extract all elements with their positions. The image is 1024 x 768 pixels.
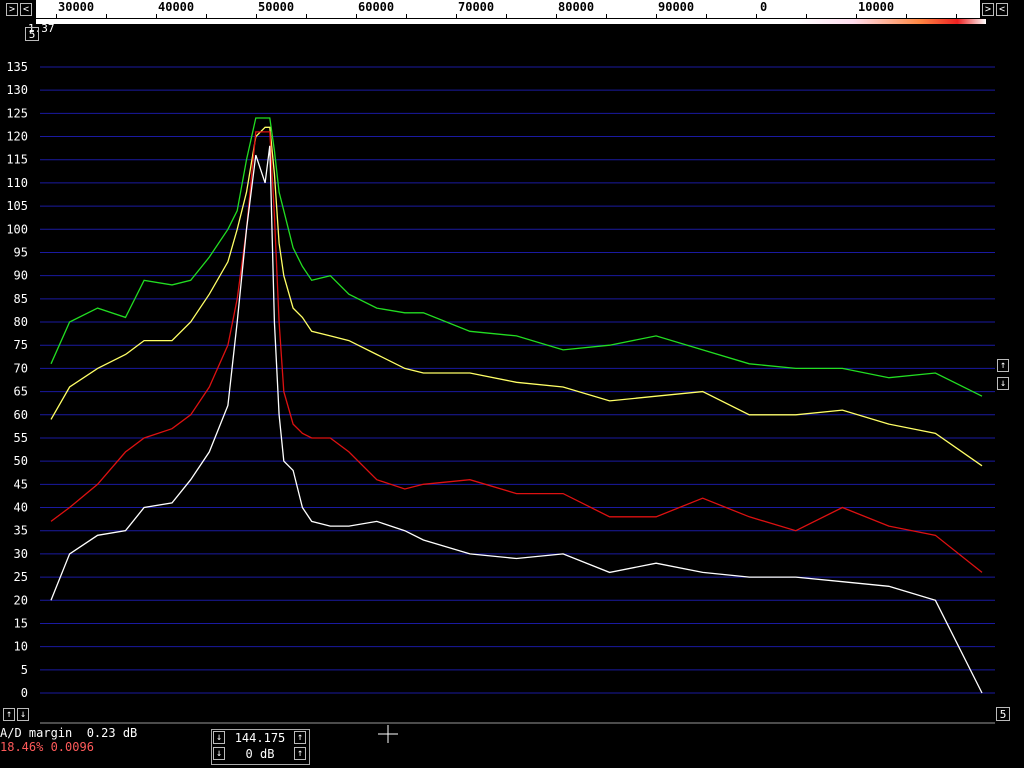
freq-label: 60000 bbox=[358, 0, 395, 14]
y-tick-label: 55 bbox=[14, 431, 28, 445]
gain-up-button[interactable]: ↑ bbox=[294, 747, 306, 760]
freq-label: 10000 bbox=[858, 0, 895, 14]
ad-margin-text: A/D margin 0.23 dB bbox=[0, 726, 138, 740]
freq-tick bbox=[556, 14, 557, 18]
level-panel: ↓ 144.175 ↑ ↓ 0 dB ↑ bbox=[211, 729, 310, 765]
freq-tick bbox=[256, 14, 257, 18]
y-tick-label: 20 bbox=[14, 593, 28, 607]
y-tick-label: 30 bbox=[14, 547, 28, 561]
y-tick-label: 5 bbox=[21, 663, 28, 677]
y-tick-label: 35 bbox=[14, 524, 28, 538]
y-tick-label: 70 bbox=[14, 361, 28, 375]
freq-tick bbox=[106, 14, 107, 18]
y-tick-label: 110 bbox=[6, 176, 28, 190]
bottom-left-up-button[interactable]: ↑ bbox=[3, 708, 15, 721]
freq-tick bbox=[506, 14, 507, 18]
frequency-value: 144.175 bbox=[234, 731, 286, 745]
waterfall-strip bbox=[36, 19, 986, 24]
plot-grid bbox=[40, 66, 995, 694]
frequency-scale[interactable]: 30000 40000 50000 60000 70000 80000 90000 0 1000… bbox=[36, 0, 980, 18]
freq-tick bbox=[356, 14, 357, 18]
freq-label: 0 bbox=[760, 0, 768, 14]
y-tick-label: 95 bbox=[14, 245, 28, 259]
spectrum-traces bbox=[50, 117, 983, 694]
freq-tick bbox=[656, 14, 657, 18]
freq-tick bbox=[306, 14, 307, 18]
freq-tick bbox=[806, 14, 807, 18]
freq-label: 50000 bbox=[258, 0, 295, 14]
scroll-right-button-2[interactable]: > bbox=[982, 3, 994, 16]
trace-red bbox=[50, 131, 983, 573]
freq-tick bbox=[956, 14, 957, 18]
y-tick-label: 10 bbox=[14, 640, 28, 654]
freq-tick bbox=[156, 14, 157, 18]
y-tick-label: 40 bbox=[14, 501, 28, 515]
right-up-button[interactable]: ↑ bbox=[997, 359, 1009, 372]
freq-label: 40000 bbox=[158, 0, 195, 14]
freq-label: 70000 bbox=[458, 0, 495, 14]
y-tick-label: 25 bbox=[14, 570, 28, 584]
y-tick-label: 115 bbox=[6, 153, 28, 167]
scroll-left-button-1[interactable]: < bbox=[20, 3, 32, 16]
freq-label: 30000 bbox=[58, 0, 95, 14]
freq-up-button[interactable]: ↑ bbox=[294, 731, 306, 744]
y-tick-label: 130 bbox=[6, 83, 28, 97]
freq-tick bbox=[856, 14, 857, 18]
scroll-left-button-2[interactable]: < bbox=[996, 3, 1008, 16]
y-tick-label: 125 bbox=[6, 106, 28, 120]
percent-text: 18.46% 0.0096 bbox=[0, 740, 94, 754]
gain-down-button[interactable]: ↓ bbox=[213, 747, 225, 760]
right-down-button[interactable]: ↓ bbox=[997, 377, 1009, 390]
freq-down-button[interactable]: ↓ bbox=[213, 731, 225, 744]
y-tick-label: 0 bbox=[21, 686, 28, 700]
y-tick-label: 85 bbox=[14, 292, 28, 306]
y-tick-label: 90 bbox=[14, 269, 28, 283]
y-tick-label: 100 bbox=[6, 222, 28, 236]
y-tick-label: 80 bbox=[14, 315, 28, 329]
spectrum-plot[interactable]: 1351301251201151101051009590858075706560… bbox=[0, 25, 1024, 725]
freq-label: 90000 bbox=[658, 0, 695, 14]
freq-tick bbox=[206, 14, 207, 18]
y-tick-label: 60 bbox=[14, 408, 28, 422]
y-tick-label: 65 bbox=[14, 385, 28, 399]
y-tick-label: 50 bbox=[14, 454, 28, 468]
y-tick-label: 135 bbox=[6, 60, 28, 74]
bottom-right-box[interactable]: 5 bbox=[996, 707, 1010, 721]
freq-tick bbox=[406, 14, 407, 18]
freq-tick bbox=[906, 14, 907, 18]
freq-tick bbox=[706, 14, 707, 18]
freq-label: 80000 bbox=[558, 0, 595, 14]
freq-tick bbox=[456, 14, 457, 18]
gain-value: 0 dB bbox=[245, 747, 275, 761]
crosshair-cursor bbox=[378, 725, 398, 743]
freq-tick bbox=[606, 14, 607, 18]
freq-tick bbox=[756, 14, 757, 18]
y-tick-label: 120 bbox=[6, 130, 28, 144]
y-tick-label: 45 bbox=[14, 477, 28, 491]
trace-white bbox=[50, 145, 983, 694]
freq-tick bbox=[56, 14, 57, 18]
scroll-right-button-1[interactable]: > bbox=[6, 3, 18, 16]
y-tick-label: 15 bbox=[14, 616, 28, 630]
y-tick-label: 75 bbox=[14, 338, 28, 352]
bottom-left-down-button[interactable]: ↓ bbox=[17, 708, 29, 721]
y-tick-label: 105 bbox=[6, 199, 28, 213]
y-axis-labels: 1351301251201151101051009590858075706560… bbox=[6, 60, 28, 700]
